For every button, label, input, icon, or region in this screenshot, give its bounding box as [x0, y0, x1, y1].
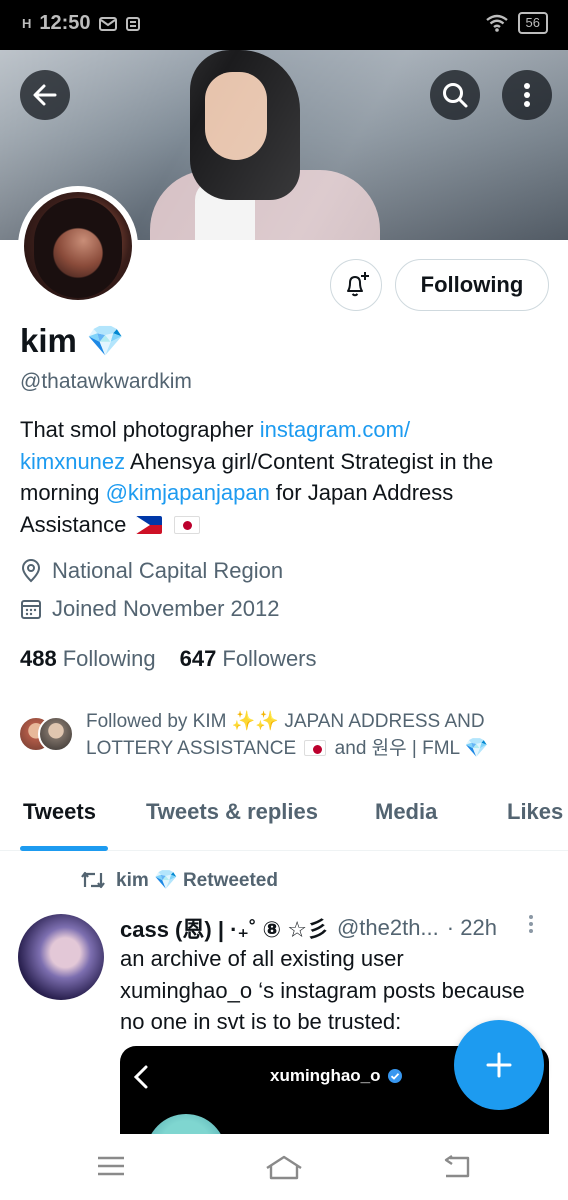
mail-icon: [98, 16, 117, 31]
menu-icon[interactable]: [96, 1154, 126, 1178]
chevron-left-icon: [133, 1065, 148, 1089]
profile-joined: Joined November 2012: [20, 596, 279, 622]
battery-indicator: 56: [517, 12, 548, 34]
verified-badge-icon: [387, 1069, 402, 1083]
more-vertical-icon: [529, 915, 533, 933]
media-title: xuminghao_o: [270, 1066, 403, 1086]
profile-name: kim 💎: [20, 322, 124, 360]
tab-tweets[interactable]: Tweets: [23, 799, 96, 825]
system-nav-bar: [0, 1134, 568, 1200]
profile-avatar[interactable]: [24, 192, 132, 300]
follow-counts: 488 Following 647 Followers: [20, 646, 317, 672]
network-indicator: H: [22, 16, 32, 31]
tweet-header: cass (恩) | ·₊˚ ⑧ ☆彡 @the2th... · 22h: [120, 912, 550, 944]
notification-icon: [125, 16, 140, 31]
wifi-icon: [485, 14, 508, 32]
followed-by-line2-end: and 원우 | FML 💎: [329, 738, 489, 759]
japan-flag-icon: [173, 515, 200, 534]
status-bar: H 12:50 56: [0, 0, 568, 50]
compose-tweet-button[interactable]: [454, 1020, 544, 1110]
tweet-more-button[interactable]: [528, 914, 534, 939]
tweet-text: an archive of all existing user xumingha…: [120, 946, 525, 1034]
bell-plus-icon: [347, 272, 369, 297]
followed-by-line1: Followed by KIM ✨✨ JAPAN ADDRESS AND: [86, 711, 485, 732]
media-avatar: [146, 1114, 226, 1134]
following-count: 488: [20, 646, 57, 671]
search-icon: [443, 83, 468, 108]
tab-media[interactable]: Media: [375, 799, 437, 825]
retweet-indicator: kim 💎 Retweeted: [80, 868, 278, 892]
tab-likes[interactable]: Likes: [507, 799, 563, 825]
profile-bio: That smol photographer instagram.com/kim…: [20, 414, 550, 540]
bio-text: That smol photographer: [20, 417, 260, 442]
active-tab-indicator: [20, 846, 108, 851]
media-title-text: xuminghao_o: [270, 1066, 381, 1085]
calendar-icon: [21, 600, 41, 619]
back-button[interactable]: [20, 70, 70, 120]
retweet-icon: [81, 871, 105, 889]
profile-name-text: kim: [20, 322, 77, 359]
profile-tabs: Tweets Tweets & replies Media Likes: [0, 785, 568, 851]
followed-by[interactable]: Followed by KIM ✨✨ JAPAN ADDRESS AND LOT…: [18, 708, 558, 762]
status-time: 12:50: [39, 12, 91, 34]
home-icon[interactable]: [264, 1154, 304, 1182]
bio-link-instagram-cont[interactable]: kimxnunez: [20, 449, 125, 474]
following-button[interactable]: Following: [395, 259, 549, 311]
japan-flag-icon: [304, 740, 327, 756]
diamond-icon: 💎: [86, 324, 125, 358]
following-label: Following: [62, 646, 156, 671]
following-count-link[interactable]: 488 Following: [20, 646, 156, 672]
location-text: National Capital Region: [52, 558, 284, 583]
profile-handle: @thatawkwardkim: [20, 370, 192, 393]
tweet-author-handle: @the2th...: [336, 915, 439, 940]
back-icon[interactable]: [442, 1154, 472, 1180]
avatar: [38, 716, 74, 752]
arrow-left-icon: [33, 84, 57, 106]
search-button[interactable]: [430, 70, 480, 120]
bio-link-instagram[interactable]: instagram.com/: [260, 417, 410, 442]
tweet-author-avatar[interactable]: [18, 914, 104, 1000]
followed-by-line2: LOTTERY ASSISTANCE: [86, 738, 302, 759]
philippines-flag-icon: [135, 515, 162, 534]
retweeted-by-text: kim 💎 Retweeted: [116, 870, 278, 891]
more-options-button[interactable]: [502, 70, 552, 120]
location-pin-icon: [21, 559, 41, 583]
notifications-bell-button[interactable]: [330, 259, 382, 311]
followers-count: 647: [179, 646, 217, 671]
followed-by-text: Followed by KIM ✨✨ JAPAN ADDRESS AND LOT…: [86, 708, 488, 762]
more-vertical-icon: [524, 83, 530, 107]
profile-location: National Capital Region: [20, 558, 283, 584]
followers-label: Followers: [222, 646, 317, 671]
followers-count-link[interactable]: 647 Followers: [180, 646, 317, 672]
followed-by-avatars: [18, 716, 76, 756]
tweet-time: · 22h: [446, 915, 497, 940]
tab-tweets-replies[interactable]: Tweets & replies: [146, 799, 318, 825]
joined-text: Joined November 2012: [52, 596, 280, 621]
plus-icon: [486, 1052, 512, 1078]
tweet-author-name[interactable]: cass (恩) | ·₊˚ ⑧ ☆彡: [120, 912, 329, 944]
bio-mention[interactable]: @kimjapanjapan: [106, 480, 270, 505]
